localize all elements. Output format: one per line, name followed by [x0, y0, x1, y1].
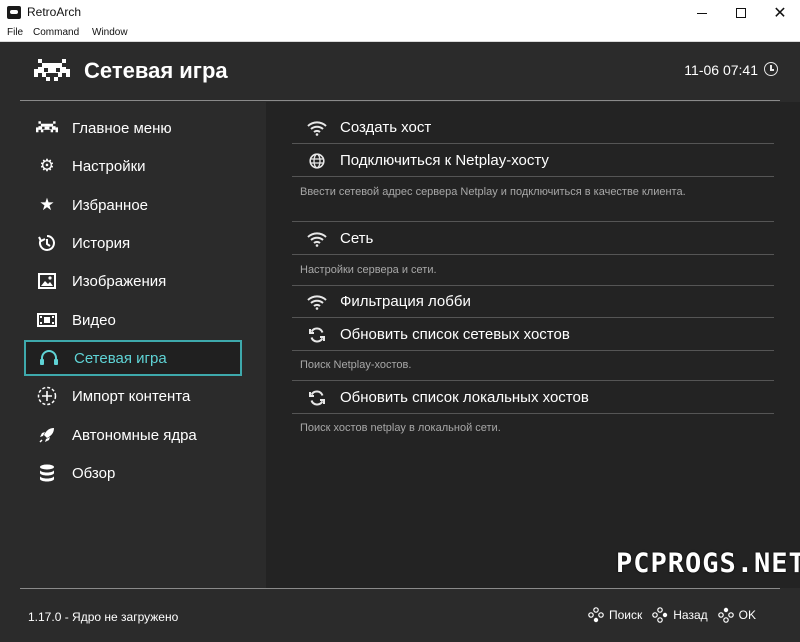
plus-circle-icon	[36, 385, 58, 407]
sidebar-item-label: Автономные ядра	[72, 426, 197, 444]
footer-search-action[interactable]: Поиск	[609, 608, 642, 622]
menu-file[interactable]: File	[7, 27, 23, 38]
sidebar-item-video[interactable]: Видео	[24, 302, 242, 338]
minimize-icon	[697, 12, 707, 14]
list-item-description: Настройки сервера и сети.	[300, 264, 437, 276]
list-item-refresh-local[interactable]: Обновить список локальных хостов	[292, 382, 774, 414]
wifi-icon	[306, 117, 328, 139]
list-item-description: Поиск хостов netplay в локальной сети.	[300, 422, 501, 434]
maximize-button[interactable]	[723, 0, 759, 26]
header: Сетевая игра 11-06 07:41	[20, 42, 780, 101]
sidebar-item-explore[interactable]: Обзор	[24, 455, 242, 491]
sidebar-item-label: Импорт контента	[72, 387, 191, 405]
sidebar-item-label: Обзор	[72, 464, 116, 482]
sidebar-item-label: Главное меню	[72, 119, 172, 137]
film-icon	[36, 309, 58, 331]
close-button[interactable]: ✕	[762, 0, 798, 26]
gamepad-button-icon	[717, 607, 734, 623]
retroarch-app-icon	[7, 6, 21, 19]
globe-icon	[306, 150, 328, 172]
menu-command[interactable]: Command	[33, 27, 79, 38]
gamepad-button-icon	[588, 607, 604, 623]
retroarch-invader-icon	[34, 59, 70, 81]
list-item-description: Поиск Netplay-хостов.	[300, 359, 412, 371]
list-item-network[interactable]: Сеть	[292, 223, 774, 255]
list-item-create-host[interactable]: Создать хост	[292, 112, 774, 144]
divider	[292, 221, 774, 222]
list-item-label: Сеть	[340, 230, 374, 247]
content-list: Создать хост Подключиться к Netplay-хост…	[266, 102, 800, 588]
sidebar-item-label: Изображения	[72, 272, 167, 290]
sidebar-item-settings[interactable]: ⚙ Настройки	[24, 148, 242, 184]
invader-icon	[36, 117, 58, 139]
image-icon	[36, 270, 58, 292]
star-icon: ★	[39, 195, 55, 214]
sidebar-item-history[interactable]: История	[24, 225, 242, 261]
maximize-icon	[736, 8, 746, 18]
database-icon	[36, 462, 58, 484]
list-item-label: Обновить список локальных хостов	[340, 389, 589, 406]
sidebar: Главное меню ⚙ Настройки ★ Избранное Ист…	[20, 102, 266, 588]
clock-icon	[764, 62, 778, 76]
sidebar-item-favorites[interactable]: ★ Избранное	[24, 187, 242, 223]
list-item-label: Фильтрация лобби	[340, 293, 471, 310]
sidebar-item-netplay[interactable]: Сетевая игра	[24, 340, 242, 376]
refresh-icon	[306, 387, 328, 409]
sidebar-item-label: Видео	[72, 311, 116, 329]
footer: 1.17.0 - Ядро не загружено Поиск Назад O…	[20, 588, 780, 642]
list-item-lobby-filter[interactable]: Фильтрация лобби	[292, 286, 774, 318]
list-item-label: Создать хост	[340, 119, 432, 136]
window-titlebar: RetroArch ✕	[0, 0, 800, 26]
window-title: RetroArch	[27, 5, 82, 19]
footer-actions: Поиск Назад OK	[588, 607, 766, 623]
wifi-icon	[306, 291, 328, 313]
footer-back-action[interactable]: Назад	[673, 608, 707, 622]
list-item-connect-host[interactable]: Подключиться к Netplay-хосту	[292, 145, 774, 177]
divider	[292, 380, 774, 381]
sidebar-item-label: История	[72, 234, 131, 252]
list-item-description: Ввести сетевой адрес сервера Netplay и п…	[300, 186, 686, 198]
gear-icon: ⚙	[39, 156, 55, 175]
menubar: File Command Window	[0, 26, 800, 42]
history-icon	[36, 232, 58, 254]
gamepad-button-icon	[652, 607, 668, 623]
sidebar-item-label: Настройки	[72, 157, 146, 175]
footer-ok-action[interactable]: OK	[739, 608, 756, 622]
status-text: 1.17.0 - Ядро не загружено	[28, 610, 179, 624]
minimize-button[interactable]	[684, 0, 720, 26]
sidebar-item-standalone-cores[interactable]: Автономные ядра	[24, 417, 242, 453]
rocket-icon	[36, 424, 58, 446]
list-item-refresh-netplay[interactable]: Обновить список сетевых хостов	[292, 319, 774, 351]
clock: 11-06 07:41	[684, 62, 758, 78]
sidebar-item-label: Избранное	[72, 196, 149, 214]
sidebar-item-import-content[interactable]: Импорт контента	[24, 378, 242, 414]
headset-icon	[38, 347, 60, 369]
close-icon: ✕	[773, 5, 787, 22]
watermark: PCPROGS.NET	[616, 548, 800, 579]
list-item-label: Обновить список сетевых хостов	[340, 326, 570, 343]
sidebar-item-images[interactable]: Изображения	[24, 263, 242, 299]
refresh-icon	[306, 324, 328, 346]
list-item-label: Подключиться к Netplay-хосту	[340, 152, 549, 169]
sidebar-item-label: Сетевая игра	[74, 349, 167, 367]
menu-window[interactable]: Window	[92, 27, 128, 38]
page-title: Сетевая игра	[84, 58, 228, 83]
sidebar-item-main-menu[interactable]: Главное меню	[24, 110, 242, 146]
wifi-icon	[306, 228, 328, 250]
